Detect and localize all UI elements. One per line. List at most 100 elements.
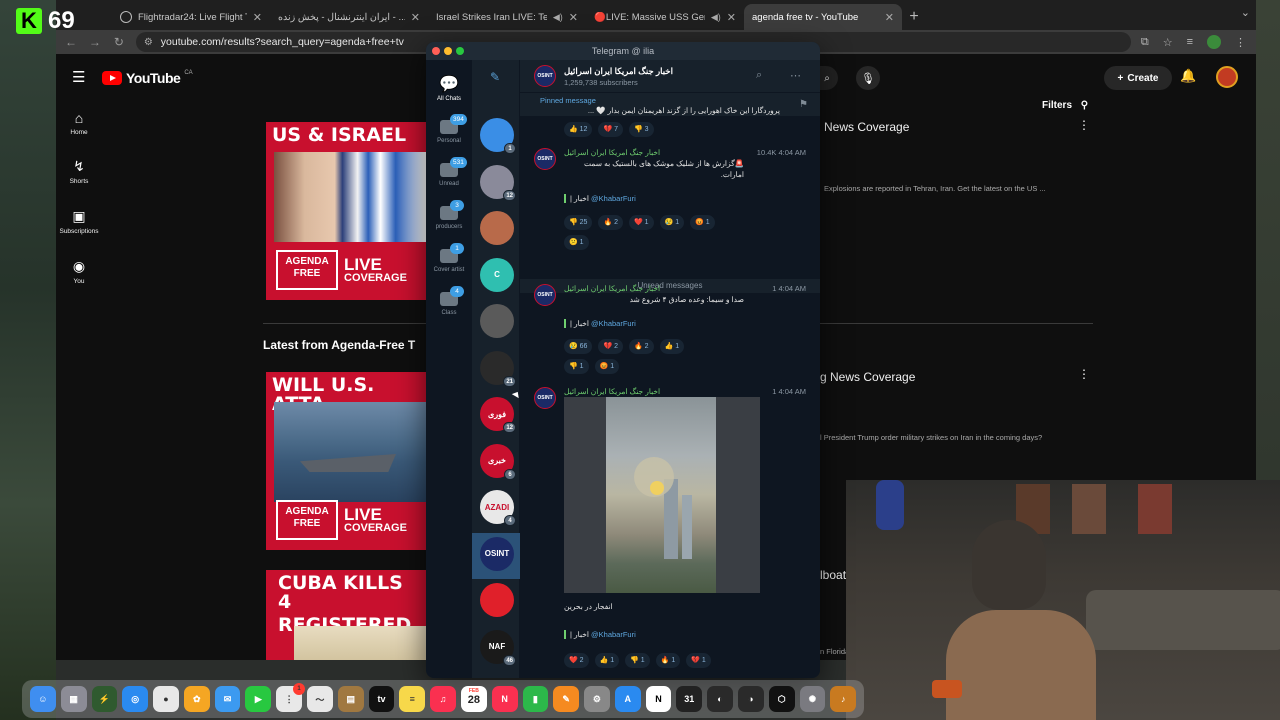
tab-uss[interactable]: 🔴LIVE: Massive USS Ger ◀) ✕ (586, 4, 744, 30)
profile-avatar[interactable] (1207, 35, 1222, 49)
folder-unread[interactable]: 531 Unread (426, 157, 472, 187)
reaction-chip[interactable]: 💔 7 (598, 122, 624, 137)
signature-link[interactable]: @KhabarFuri (591, 194, 636, 203)
tab-israel-strikes[interactable]: Israel Strikes Iran LIVE: Te ◀) ✕ (428, 4, 586, 30)
reaction-chip[interactable]: 😡 1 (690, 215, 715, 230)
app-icon[interactable]: ▤ (337, 686, 364, 712)
safari-icon[interactable]: ◎ (122, 686, 149, 712)
message-video[interactable] (564, 397, 760, 593)
pin-list-icon[interactable]: ⚑ (799, 99, 808, 110)
facetime-icon[interactable]: ▶ (245, 686, 272, 712)
create-button[interactable]: + Create (1104, 66, 1172, 90)
reaction-chip[interactable]: 😢 66 (564, 339, 593, 354)
reaction-chip[interactable]: ❤️ 1 (629, 215, 654, 230)
video-thumbnail[interactable]: CUBA KILLS 4 REGISTERED (266, 570, 426, 660)
chat-avatar[interactable]: فوری 12 (480, 397, 516, 433)
folder-cover-artist[interactable]: 1 Cover artist (426, 243, 472, 273)
chat-avatar[interactable]: 12 (480, 164, 516, 201)
back-button[interactable]: ← (64, 35, 78, 49)
reaction-chip[interactable]: 👎 3 (629, 122, 654, 137)
app-store-icon[interactable]: A (614, 686, 641, 712)
close-window-button[interactable] (432, 47, 440, 55)
apple-tv-icon[interactable]: tv (368, 686, 395, 712)
reaction-chip[interactable]: 👎 1 (564, 359, 589, 374)
notion-icon[interactable]: N (645, 686, 672, 712)
reaction-chip[interactable]: 👍 1 (594, 653, 620, 668)
tab-search-icon[interactable]: ⌄ (1241, 6, 1250, 19)
url-text[interactable]: youtube.com/results?search_query=agenda+… (161, 36, 404, 48)
video-title[interactable]: News Coverage (824, 120, 909, 134)
message-avatar[interactable]: OSINT (534, 387, 556, 409)
zoom-window-button[interactable] (456, 47, 464, 55)
launchpad-icon[interactable]: ▦ (60, 686, 87, 712)
video-thumbnail[interactable]: US & ISRAEL AGENDA FREE LIVE COVERAGE (266, 122, 426, 300)
folder-all-chats[interactable]: 💬 All Chats (426, 74, 472, 102)
app-icon[interactable]: ✺ (799, 686, 826, 712)
message-avatar[interactable]: OSINT (534, 148, 556, 170)
reload-button[interactable]: ↻ (112, 35, 126, 49)
close-icon[interactable]: ✕ (411, 11, 420, 24)
bookmark-star-icon[interactable]: ☆ (1163, 36, 1173, 49)
avatar[interactable] (1216, 66, 1238, 88)
photos-icon[interactable]: ✿ (183, 686, 210, 712)
microphone-icon[interactable]: 🎙 (856, 66, 880, 90)
sidebar-item-you[interactable]: ◉ You (56, 258, 102, 285)
chat-avatar[interactable]: C (480, 257, 514, 292)
pinned-message-bar[interactable]: Pinned message پروردگارا این خاک اهورایی… (520, 92, 820, 116)
reaction-chip[interactable]: 😕 1 (564, 235, 589, 250)
reaction-chip[interactable]: 👎 1 (625, 653, 650, 668)
calendar-icon[interactable]: FEB 28 (460, 686, 487, 712)
speaker-icon[interactable]: ◀) (711, 12, 721, 23)
video-thumbnail[interactable]: WILL U.S. ATTA AGENDA FREE LIVE COVERAGE (266, 372, 426, 550)
reaction-chip[interactable]: 🔥 2 (598, 215, 624, 230)
folder-personal[interactable]: 394 Personal (426, 114, 472, 144)
minimize-window-button[interactable] (444, 47, 452, 55)
app-icon[interactable]: ⬡ (768, 686, 795, 712)
youtube-logo[interactable]: YouTube CA (102, 70, 193, 86)
news-icon[interactable]: N (491, 686, 518, 712)
chat-avatar[interactable]: 21 (480, 350, 516, 387)
reaction-chip[interactable]: 💔 2 (598, 339, 624, 354)
forward-button[interactable]: → (88, 35, 102, 49)
notifications-bell-icon[interactable]: 🔔 (1180, 68, 1196, 84)
reaction-chip[interactable]: 😡 1 (594, 359, 620, 374)
system-settings-icon[interactable]: ⚙ (584, 686, 610, 712)
close-icon[interactable]: ✕ (253, 11, 262, 24)
reaction-chip[interactable]: 👍 12 (564, 122, 593, 137)
app-icon[interactable]: ◐ (707, 686, 733, 712)
app-icon[interactable]: ♪ (830, 686, 857, 712)
chat-avatar[interactable] (480, 583, 514, 617)
signature-link[interactable]: @KhabarFuri (591, 630, 636, 639)
sidebar-item-shorts[interactable]: ↯ Shorts (56, 158, 102, 185)
message-sender[interactable]: اخبار جنگ امریکا ایران اسرائیل (564, 284, 660, 293)
more-options-icon[interactable]: ⋮ (1078, 118, 1090, 132)
reaction-chip[interactable]: ❤️ 2 (564, 653, 589, 668)
message-sender[interactable]: اخبار جنگ امریکا ایران اسرائیل (564, 387, 660, 396)
notes-icon[interactable]: ≡ (399, 686, 426, 712)
chat-avatar[interactable]: 1 (480, 118, 516, 154)
extensions-icon[interactable]: ≡ (1187, 36, 1193, 48)
music-icon[interactable]: ♫ (430, 686, 456, 712)
app-icon[interactable]: 31 (676, 686, 703, 712)
search-icon[interactable]: ⌕ (756, 69, 762, 82)
compose-icon[interactable]: ✎ (490, 70, 500, 84)
reaction-chip[interactable]: 😢 1 (659, 215, 685, 230)
reaction-chip[interactable]: 🔥 2 (629, 339, 654, 354)
chat-avatar[interactable]: NAF 46 (480, 629, 516, 666)
close-icon[interactable]: ✕ (885, 11, 894, 24)
filters-button[interactable]: Filters ⚲ (1042, 100, 1088, 111)
chrome-icon[interactable]: ● (153, 686, 179, 712)
more-options-icon[interactable]: ⋮ (1078, 367, 1090, 381)
close-icon[interactable]: ✕ (727, 11, 736, 24)
tab-agenda-free[interactable]: agenda free tv - YouTube ✕ (744, 4, 902, 30)
chat-avatar[interactable] (480, 211, 514, 245)
freeform-icon[interactable]: 〜 (307, 686, 333, 712)
message-sender[interactable]: اخبار جنگ امریکا ایران اسرائیل (564, 148, 660, 157)
sidebar-item-subscriptions[interactable]: ▣ Subscriptions (56, 208, 102, 235)
chat-avatar[interactable] (480, 304, 514, 338)
speaker-icon[interactable]: ◀) (553, 12, 563, 23)
new-tab-button[interactable]: + (902, 4, 926, 30)
message-avatar[interactable]: OSINT (534, 284, 556, 306)
reaction-chip[interactable]: 💔 1 (686, 653, 711, 668)
tab-flightradar[interactable]: Flightradar24: Live Flight Track... ✕ (112, 4, 270, 30)
